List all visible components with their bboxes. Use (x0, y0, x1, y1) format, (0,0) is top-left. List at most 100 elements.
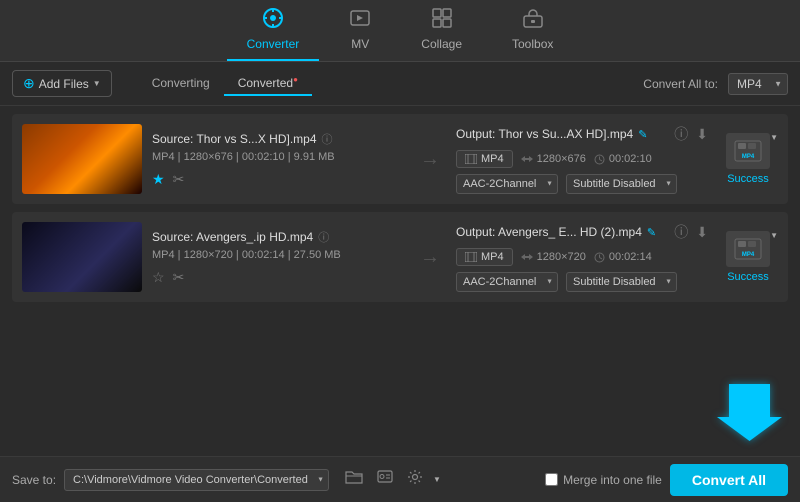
format-tag-2: MP4 (456, 248, 513, 266)
nav-converter[interactable]: Converter (227, 1, 320, 61)
subtitle-select-wrap-1: Subtitle Disabled (566, 174, 677, 194)
nav-toolbox[interactable]: Toolbox (492, 1, 573, 61)
output-info-icon-2[interactable]: ⓘ (674, 222, 688, 242)
add-files-label: Add Files (39, 77, 89, 91)
cut-icon-1[interactable]: ✂ (173, 171, 185, 188)
convert-all-to-label: Convert All to: (643, 77, 718, 91)
file-item-1: Source: Thor vs S...X HD].mp4 ⓘ MP4 | 12… (12, 114, 788, 204)
open-folder-button[interactable] (341, 467, 367, 492)
save-path-wrapper: C:\Vidmore\Vidmore Video Converter\Conve… (64, 469, 329, 491)
thumb-dropdown-2[interactable]: ▼ (770, 231, 778, 240)
output-section-2: Output: Avengers_ E... HD (2).mp4 ✎ ⓘ ⬇ … (456, 222, 708, 292)
subtitle-select-1[interactable]: Subtitle Disabled (566, 174, 677, 194)
thumb-bg-1 (22, 124, 142, 194)
nav-toolbox-label: Toolbox (512, 37, 553, 51)
output-actions-1: ⓘ ⬇ (674, 124, 708, 144)
save-path-select[interactable]: C:\Vidmore\Vidmore Video Converter\Conve… (64, 469, 329, 491)
format-select[interactable]: MP4 MKV AVI MOV (728, 73, 788, 95)
success-section-1: MP4 ▼ Success (718, 133, 778, 185)
duration-tag-2: 00:02:14 (594, 251, 652, 263)
mv-icon (349, 7, 371, 33)
info-icon-1[interactable]: ⓘ (322, 131, 333, 147)
output-name-1: Output: Thor vs Su...AX HD].mp4 ✎ (456, 127, 647, 141)
add-files-dropdown-icon: ▼ (93, 79, 101, 88)
output-download-icon-2[interactable]: ⬇ (696, 224, 708, 241)
star-icon-1[interactable]: ★ (152, 171, 165, 188)
format-row-2: MP4 1280×720 00:02:14 (456, 248, 708, 266)
format-tag-1: MP4 (456, 150, 513, 168)
converter-icon (262, 7, 284, 33)
audio-select-2[interactable]: AAC-2Channel (456, 272, 558, 292)
audio-select-wrap-2: AAC-2Channel (456, 272, 558, 292)
merge-checkbox-area: Merge into one file (545, 473, 662, 487)
tab-converted[interactable]: Converted● (224, 71, 312, 96)
output-section-1: Output: Thor vs Su...AX HD].mp4 ✎ ⓘ ⬇ MP… (456, 124, 708, 194)
success-section-2: MP4 ▼ Success (718, 231, 778, 283)
file-info-1: Source: Thor vs S...X HD].mp4 ⓘ MP4 | 12… (152, 131, 404, 188)
file-info-2: Source: Avengers_.ip HD.mp4 ⓘ MP4 | 1280… (152, 229, 404, 286)
output-name-row-2: Output: Avengers_ E... HD (2).mp4 ✎ ⓘ ⬇ (456, 222, 708, 242)
thumb-bg-2 (22, 222, 142, 292)
nav-collage[interactable]: Collage (401, 1, 482, 61)
svg-text:MP4: MP4 (742, 154, 755, 160)
resolution-tag-1: 1280×676 (521, 153, 586, 165)
big-down-arrow (714, 376, 784, 446)
file-source-name-2: Source: Avengers_.ip HD.mp4 ⓘ (152, 229, 404, 245)
audio-subtitle-row-1: AAC-2Channel Subtitle Disabled (456, 174, 708, 194)
audio-select-1[interactable]: AAC-2Channel (456, 174, 558, 194)
file-actions-1: ★ ✂ (152, 171, 404, 188)
svg-text:MP4: MP4 (742, 252, 755, 258)
output-name-2: Output: Avengers_ E... HD (2).mp4 ✎ (456, 225, 656, 239)
edit-icon-2[interactable]: ✎ (647, 226, 656, 239)
thumb-dropdown-1[interactable]: ▼ (770, 133, 778, 142)
edit-icon-1[interactable]: ✎ (638, 128, 647, 141)
converted-dot: ● (293, 75, 298, 84)
settings2-button[interactable] (373, 467, 397, 492)
success-thumb-2: MP4 (726, 231, 770, 267)
plus-icon: ⊕ (23, 75, 35, 92)
collage-icon (431, 7, 453, 33)
cut-icon-2[interactable]: ✂ (173, 269, 185, 286)
file-meta-2: MP4 | 1280×720 | 00:02:14 | 27.50 MB (152, 249, 404, 261)
merge-label[interactable]: Merge into one file (563, 473, 662, 487)
top-nav: Converter MV Collage (0, 0, 800, 62)
audio-subtitle-row-2: AAC-2Channel Subtitle Disabled (456, 272, 708, 292)
file-item-2: Source: Avengers_.ip HD.mp4 ⓘ MP4 | 1280… (12, 212, 788, 302)
toolbar: ⊕ Add Files ▼ Converting Converted● Conv… (0, 62, 800, 106)
big-arrow-area (0, 366, 800, 456)
thumbnail-2 (22, 222, 142, 292)
format-row-1: MP4 1280×676 00:02:10 (456, 150, 708, 168)
toolbox-icon (522, 7, 544, 33)
file-source-name-1: Source: Thor vs S...X HD].mp4 ⓘ (152, 131, 404, 147)
success-label-2: Success (727, 271, 769, 283)
audio-select-wrap-1: AAC-2Channel (456, 174, 558, 194)
settings-button[interactable] (403, 467, 427, 492)
thumbnail-1 (22, 124, 142, 194)
output-info-icon-1[interactable]: ⓘ (674, 124, 688, 144)
file-meta-1: MP4 | 1280×676 | 00:02:10 | 9.91 MB (152, 151, 404, 163)
main-content: Source: Thor vs S...X HD].mp4 ⓘ MP4 | 12… (0, 106, 800, 366)
settings-dropdown-icon[interactable]: ▼ (433, 475, 441, 484)
output-actions-2: ⓘ ⬇ (674, 222, 708, 242)
tab-converting[interactable]: Converting (138, 71, 224, 96)
nav-collage-label: Collage (421, 37, 462, 51)
add-files-button[interactable]: ⊕ Add Files ▼ (12, 70, 112, 97)
output-download-icon-1[interactable]: ⬇ (696, 126, 708, 143)
save-to-label: Save to: (12, 473, 56, 487)
resolution-tag-2: 1280×720 (521, 251, 586, 263)
star-icon-2[interactable]: ☆ (152, 269, 165, 286)
info-icon-2[interactable]: ⓘ (318, 229, 329, 245)
bottom-icons: ▼ (341, 467, 441, 492)
tab-group: Converting Converted● (138, 71, 312, 96)
nav-converter-label: Converter (247, 37, 300, 51)
duration-tag-1: 00:02:10 (594, 153, 652, 165)
nav-mv[interactable]: MV (329, 1, 391, 61)
arrow-2: → (414, 246, 446, 269)
file-actions-2: ☆ ✂ (152, 269, 404, 286)
success-thumb-1: MP4 (726, 133, 770, 169)
nav-mv-label: MV (351, 37, 369, 51)
convert-all-button[interactable]: Convert All (670, 464, 788, 496)
merge-checkbox[interactable] (545, 473, 558, 486)
subtitle-select-2[interactable]: Subtitle Disabled (566, 272, 677, 292)
success-label-1: Success (727, 173, 769, 185)
